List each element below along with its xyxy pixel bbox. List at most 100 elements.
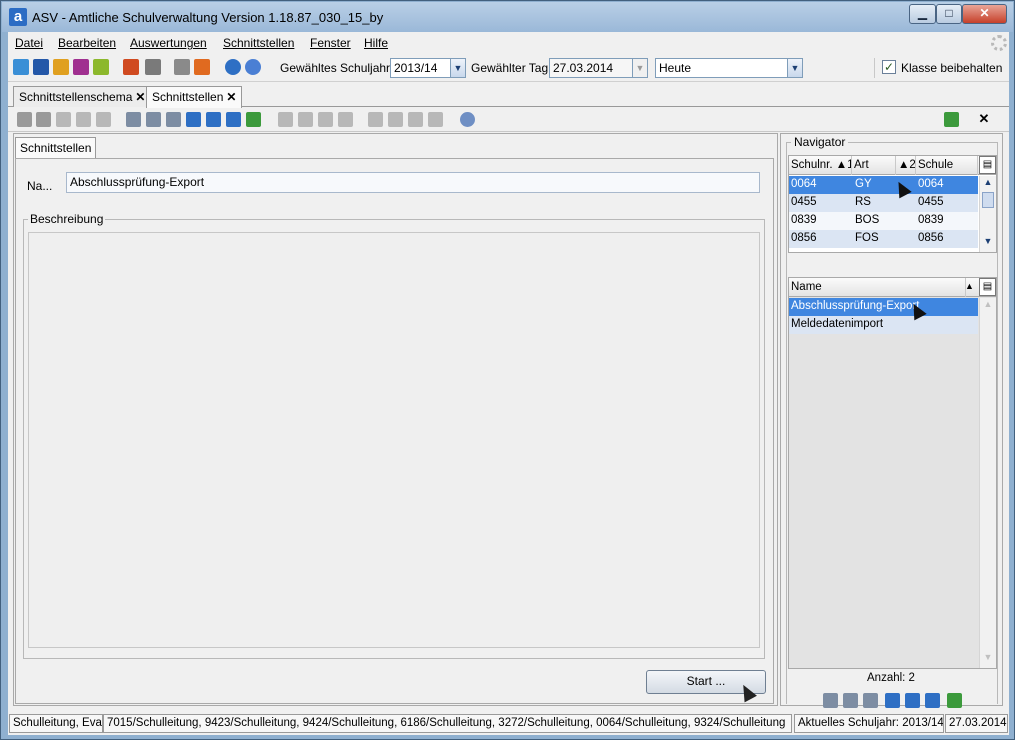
undo-icon[interactable] [56,112,71,127]
scroll-up-icon[interactable]: ▲ [981,299,995,313]
save-icon[interactable] [36,112,51,127]
close-tab-icon[interactable]: ✕ [135,90,145,104]
calendar-icon[interactable] [194,59,210,75]
table-row[interactable]: 0064 GY 0064 [789,176,978,194]
tab-schnittstellen[interactable]: Schnittstellen ✕ [146,86,243,108]
last-record-icon[interactable] [226,112,241,127]
paste-icon[interactable] [338,112,353,127]
name-field[interactable]: Abschlussprüfung-Export [66,172,760,193]
cell-art: GY [855,178,872,190]
previous-record-icon[interactable] [166,112,181,127]
help-icon[interactable] [245,59,261,75]
cut-icon[interactable] [298,112,313,127]
scroll-down-icon[interactable]: ▼ [981,236,995,250]
menu-fenster[interactable]: Fenster [310,36,351,50]
table-row[interactable]: 0455 RS 0455 [789,194,978,212]
description-textarea[interactable] [28,232,760,648]
close-panel-button[interactable]: ✕ [970,109,998,130]
back-icon[interactable] [278,112,293,127]
next-page-icon[interactable] [206,112,221,127]
info-icon[interactable] [225,59,241,75]
client-area: Datei Bearbeiten Auswertungen Schnittste… [8,32,1009,735]
maximize-button[interactable]: □ [936,4,962,24]
previous-page-icon[interactable] [843,693,858,708]
sync-icon[interactable] [944,112,959,127]
menu-schnittstellen[interactable]: Schnittstellen [223,36,294,50]
notes-icon[interactable] [93,59,109,75]
last-record-icon[interactable] [925,693,940,708]
cell-schulnr: 0064 [791,178,817,190]
sort-asc-icon: ▲ [965,281,974,291]
delete-icon[interactable] [76,112,91,127]
help-icon[interactable] [460,112,475,127]
column-name[interactable]: Name [789,278,966,297]
menu-hilfe[interactable]: Hilfe [364,36,388,50]
hint-icon[interactable] [408,112,423,127]
scroll-down-icon[interactable]: ▼ [981,652,995,666]
tab-schnittstellen-detail[interactable]: Schnittstellen [15,137,97,158]
print-icon[interactable] [368,112,383,127]
classes-icon[interactable] [33,59,49,75]
description-label: Beschreibung [28,212,106,226]
column-schule[interactable]: Schule [916,156,978,175]
menu-bearbeiten[interactable]: Bearbeiten [58,36,116,50]
klasse-checkbox-area[interactable]: ✓ Klasse beibehalten [874,58,1009,78]
scroll-up-icon[interactable]: ▲ [981,177,995,191]
column-schulnr[interactable]: Schulnr. ▲1 [789,156,852,175]
description-group: Beschreibung [23,212,765,659]
table-row[interactable]: 0839 BOS 0839 [789,212,978,230]
close-tab-icon[interactable]: ✕ [226,90,236,104]
new-record-icon[interactable] [17,112,32,127]
detail-form: Na... Abschlussprüfung-Export Beschreibu… [15,158,774,704]
list-item[interactable]: Abschlussprüfung-Export [789,298,978,316]
heute-value: Heute [659,61,692,75]
column-art[interactable]: Art [852,156,896,175]
column-settings-icon[interactable]: ▤ [979,156,996,174]
title-bar[interactable]: a ASV - Amtliche Schulverwaltung Version… [2,2,1013,32]
klasse-checkbox[interactable]: ✓ [882,60,896,74]
chevron-down-icon[interactable]: ▼ [632,59,647,77]
first-record-icon[interactable] [823,693,838,708]
clear-icon[interactable] [428,112,443,127]
first-record-icon[interactable] [126,112,141,127]
interfaces-scrollbar[interactable]: ▲ ▼ [979,298,996,668]
book-icon[interactable] [123,59,139,75]
copy-icon[interactable] [318,112,333,127]
chevron-down-icon[interactable]: ▼ [450,59,465,77]
cell-schulnr: 0455 [791,196,817,208]
menu-auswertungen[interactable]: Auswertungen [130,36,207,50]
column-art-sort[interactable]: ▲2 [896,156,916,175]
navigator-panel: Navigator Schulnr. ▲1 Art ▲2 Schule ▤ 00… [780,133,1003,708]
teachers-icon[interactable] [53,59,69,75]
next-page-icon[interactable] [905,693,920,708]
calculator-icon[interactable] [145,59,161,75]
comment-icon[interactable] [96,112,111,127]
refresh-icon[interactable] [246,112,261,127]
schools-grid: Schulnr. ▲1 Art ▲2 Schule ▤ 0064 GY 0064… [788,155,997,253]
students-icon[interactable] [13,59,29,75]
table-row[interactable]: 0856 FOS 0856 [789,230,978,248]
chevron-down-icon[interactable]: ▼ [787,59,802,77]
messages-icon[interactable] [73,59,89,75]
previous-page-icon[interactable] [146,112,161,127]
preview-icon[interactable] [388,112,403,127]
schuljahr-select[interactable]: 2013/14 ▼ [390,58,466,78]
list-item[interactable]: Meldedatenimport [789,316,978,334]
previous-record-icon[interactable] [863,693,878,708]
tag-date-field[interactable]: 27.03.2014 ▼ [549,58,648,78]
windows-icon[interactable] [174,59,190,75]
schools-scrollbar[interactable]: ▲ ▼ [979,176,996,252]
minimize-button[interactable]: ▁ [909,4,936,24]
heute-select[interactable]: Heute ▼ [655,58,803,78]
scroll-thumb[interactable] [982,192,994,208]
detail-panel: Schnittstellen Na... Abschlussprüfung-Ex… [13,133,778,706]
next-record-icon[interactable] [885,693,900,708]
close-window-button[interactable]: ✕ [962,4,1007,24]
next-record-icon[interactable] [186,112,201,127]
tab-schnittstellenschema[interactable]: Schnittstellenschema ✕ [13,86,152,107]
interfaces-list-header: Name ▲ ▤ [789,278,996,297]
menu-bar: Datei Bearbeiten Auswertungen Schnittste… [8,32,1009,54]
refresh-icon[interactable] [947,693,962,708]
menu-datei[interactable]: Datei [15,36,43,50]
column-settings-icon[interactable]: ▤ [979,278,996,296]
